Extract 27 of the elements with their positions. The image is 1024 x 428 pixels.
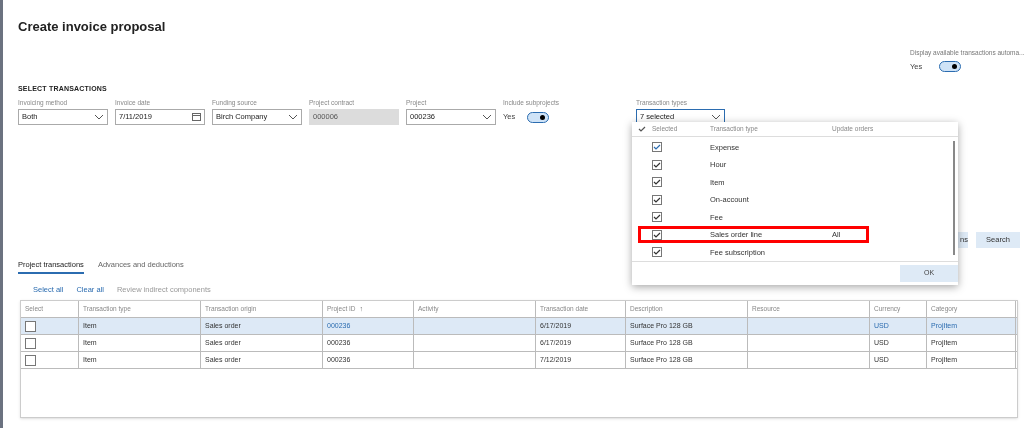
- checkbox[interactable]: [652, 194, 662, 205]
- chevron-down-icon: [288, 114, 298, 120]
- check-icon: [653, 196, 661, 203]
- check-icon: [653, 231, 661, 238]
- page-title: Create invoice proposal: [18, 18, 166, 36]
- checkbox[interactable]: [652, 212, 662, 223]
- checkbox[interactable]: [652, 159, 662, 170]
- check-icon: [638, 125, 646, 132]
- check-icon: [653, 249, 661, 256]
- checkbox[interactable]: [652, 142, 662, 153]
- chevron-down-icon: [711, 114, 721, 120]
- chevron-down-icon: [94, 114, 104, 120]
- check-icon: [653, 161, 661, 168]
- checkbox[interactable]: [652, 177, 662, 188]
- calendar-icon: [192, 113, 201, 121]
- check-icon: [653, 179, 661, 186]
- checkbox[interactable]: [652, 247, 662, 258]
- check-icon: [653, 144, 661, 151]
- scrollbar[interactable]: [953, 140, 955, 255]
- checkbox[interactable]: [25, 320, 36, 332]
- check-icon: [653, 214, 661, 221]
- checkbox[interactable]: [25, 354, 36, 366]
- toggle-switch[interactable]: [939, 60, 962, 72]
- toggle-switch[interactable]: [527, 111, 550, 123]
- checkbox[interactable]: [652, 229, 662, 240]
- checkbox[interactable]: [25, 337, 36, 349]
- chevron-down-icon: [482, 114, 492, 120]
